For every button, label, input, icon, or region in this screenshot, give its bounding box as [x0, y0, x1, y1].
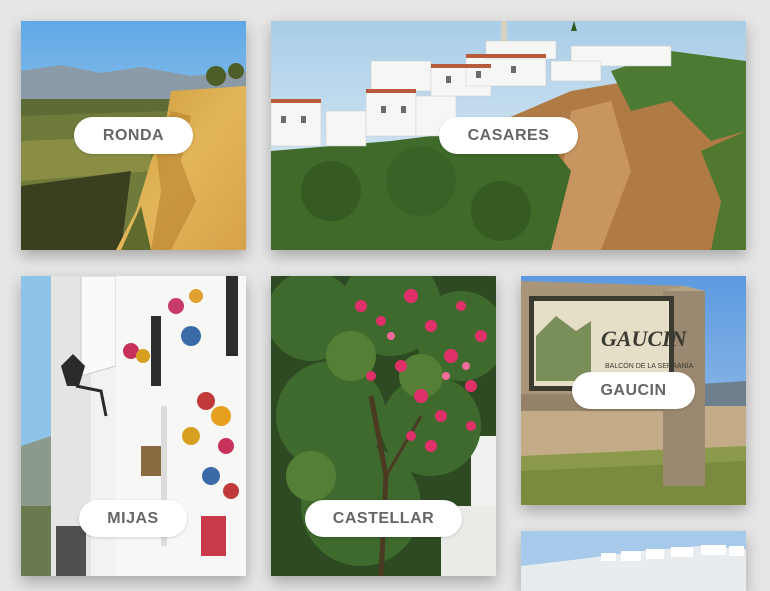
gallery-label[interactable]: MIJAS — [79, 500, 187, 537]
sign-text: GAUCIN — [601, 326, 688, 351]
white-village-photo — [521, 531, 746, 591]
gallery-label[interactable]: CASARES — [439, 117, 578, 154]
gallery-label[interactable]: CASTELLAR — [305, 500, 462, 537]
gallery-card-partial[interactable] — [521, 531, 746, 591]
gallery-card-castellar[interactable]: CASTELLAR — [271, 276, 496, 576]
gallery-label[interactable]: RONDA — [74, 117, 193, 154]
gallery-card-mijas[interactable]: MIJAS — [21, 276, 246, 576]
gallery-card-casares[interactable]: CASARES — [271, 21, 746, 250]
gallery-card-gaucin[interactable]: GAUCIN BALCÓN DE LA SERRANÍA GAUCIN — [521, 276, 746, 505]
gallery-label[interactable]: GAUCIN — [572, 372, 695, 409]
sign-subtext: BALCÓN DE LA SERRANÍA — [605, 361, 694, 370]
gallery-card-ronda[interactable]: RONDA — [21, 21, 246, 250]
